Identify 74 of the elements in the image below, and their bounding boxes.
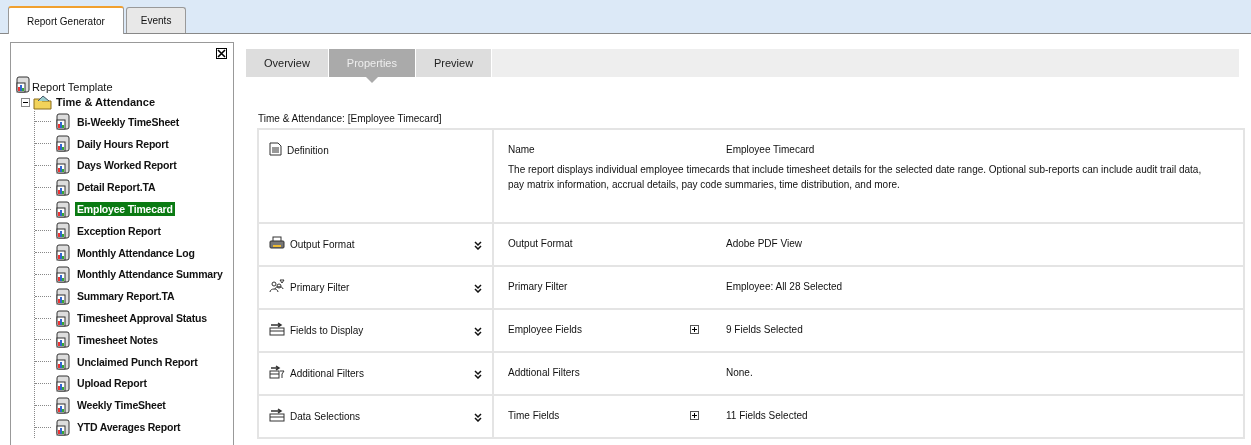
- report-icon: [55, 374, 71, 392]
- tree-item[interactable]: Weekly TimeSheet: [75, 398, 168, 413]
- double-chevron-icon[interactable]: [474, 284, 482, 293]
- report-icon: [55, 418, 71, 436]
- expand-icon[interactable]: [690, 411, 699, 420]
- tab[interactable]: Events: [125, 7, 187, 33]
- section-title: Definition: [287, 145, 330, 156]
- close-icon[interactable]: [216, 48, 227, 59]
- arrow-list-icon: [269, 322, 285, 336]
- section-title: Output Format: [290, 239, 356, 250]
- people-filter-icon: [269, 279, 285, 293]
- tree-item[interactable]: YTD Averages Report: [75, 420, 183, 435]
- field-label: Addtional Filters: [508, 367, 581, 378]
- tree-root-label[interactable]: Report Template: [32, 81, 113, 93]
- tree-item[interactable]: Monthly Attendance Log: [75, 245, 197, 260]
- report-icon: [55, 222, 71, 240]
- tree-item[interactable]: Unclaimed Punch Report: [75, 354, 200, 369]
- report-icon: [55, 287, 71, 305]
- report-icon: [15, 76, 31, 93]
- tree-item[interactable]: Days Worked Report: [75, 158, 179, 173]
- field-value: Employee Timecard: [726, 144, 815, 155]
- field-value: Adobe PDF View: [726, 238, 802, 249]
- report-heading: Time & Attendance: [Employee Timecard]: [258, 113, 443, 124]
- tab[interactable]: Overview: [246, 49, 329, 77]
- report-icon: [55, 244, 71, 262]
- tab[interactable]: Report Generator: [8, 6, 124, 34]
- field-label: Time Fields: [508, 410, 561, 421]
- report-icon: [55, 113, 71, 131]
- arrow-filter-icon: [269, 365, 285, 379]
- tree-item[interactable]: Employee Timecard: [75, 202, 175, 217]
- printer-icon: [269, 236, 285, 250]
- arrow-list-icon: [269, 408, 285, 422]
- tree-item[interactable]: Timesheet Notes: [75, 332, 160, 347]
- folder-icon: [33, 94, 53, 110]
- report-icon: [55, 157, 71, 174]
- expand-icon[interactable]: [690, 325, 699, 334]
- tree-item[interactable]: Exception Report: [75, 223, 163, 238]
- double-chevron-icon[interactable]: [474, 370, 482, 379]
- report-icon: [55, 265, 71, 283]
- report-description: The report displays individual employee timecards that include timesheet details for the selected date range. Optional sub-reports can include audit trail data, pay matrix information, accrual details, pay code summaries, time distribution, and more.: [508, 163, 1203, 192]
- tree-item[interactable]: Upload Report: [75, 376, 149, 391]
- double-chevron-icon[interactable]: [474, 327, 482, 336]
- field-value: None.: [726, 367, 753, 378]
- field-value: 9 Fields Selected: [726, 324, 803, 335]
- tree-item[interactable]: Timesheet Approval Status: [75, 311, 209, 326]
- field-label: Employee Fields: [508, 324, 583, 335]
- report-icon: [55, 331, 71, 349]
- tree-item[interactable]: Summary Report.TA: [75, 289, 177, 304]
- double-chevron-icon[interactable]: [474, 241, 482, 250]
- tree-item[interactable]: Bi-Weekly TimeSheet: [75, 114, 182, 129]
- tree-item[interactable]: Monthly Attendance Summary: [75, 267, 225, 282]
- field-value: 11 Fields Selected: [726, 410, 808, 421]
- report-icon: [55, 135, 71, 153]
- report-icon: [55, 353, 71, 371]
- section-title: Data Selections: [290, 411, 362, 422]
- tab[interactable]: Preview: [416, 49, 493, 77]
- report-icon: [55, 309, 71, 327]
- tab-pointer-icon: [365, 77, 378, 83]
- section-title: Primary Filter: [290, 282, 351, 293]
- tree-folder-label[interactable]: Time & Attendance: [56, 96, 156, 108]
- document-icon: [269, 142, 282, 156]
- field-value: Employee: All 28 Selected: [726, 281, 843, 292]
- field-label: Name: [508, 144, 536, 155]
- field-label: Primary Filter: [508, 281, 569, 292]
- report-icon: [55, 178, 71, 196]
- tree-item[interactable]: Daily Hours Report: [75, 136, 171, 151]
- section-title: Fields to Display: [290, 325, 365, 336]
- report-icon: [55, 200, 71, 218]
- section-title: Additional Filters: [290, 368, 365, 379]
- field-label: Output Format: [508, 238, 574, 249]
- report-icon: [55, 396, 71, 414]
- collapse-icon[interactable]: [21, 97, 30, 107]
- double-chevron-icon[interactable]: [474, 413, 482, 422]
- tree-item[interactable]: Detail Report.TA: [75, 180, 158, 195]
